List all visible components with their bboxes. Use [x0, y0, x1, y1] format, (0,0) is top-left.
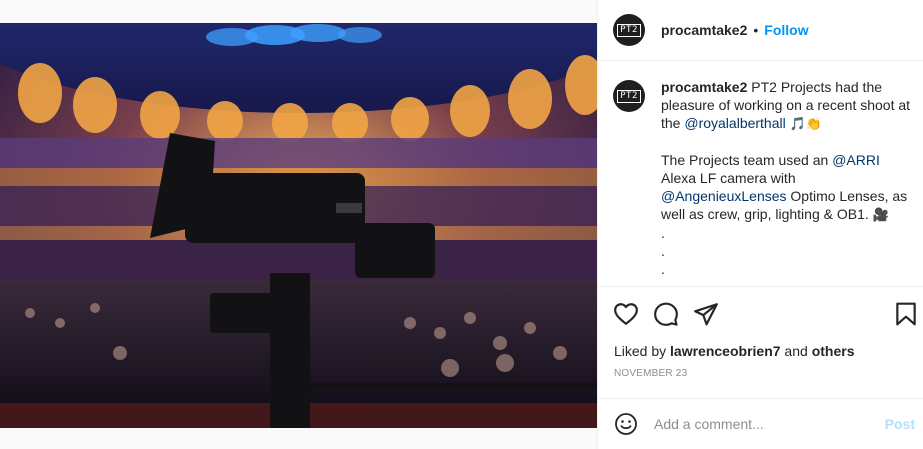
comment-icon[interactable]	[653, 301, 679, 327]
post-side-panel: PT2 procamtake2 • Follow PT2 procamtake2…	[597, 0, 923, 449]
camera-emoji: 🎥	[872, 207, 889, 222]
heart-icon[interactable]	[613, 301, 639, 327]
caption-body: procamtake2 PT2 Projects had the pleasur…	[661, 78, 913, 278]
liked-prefix: Liked by	[614, 343, 671, 359]
header-username[interactable]: procamtake2	[661, 22, 747, 38]
caption-avatar[interactable]: PT2	[613, 80, 645, 112]
caption-text-2-middle: Alexa LF camera with	[661, 170, 796, 186]
bookmark-icon[interactable]	[893, 301, 919, 327]
liked-user-link[interactable]: lawrenceobrien7	[670, 343, 781, 359]
caption-dot-1: .	[661, 225, 665, 241]
post-header: PT2 procamtake2 • Follow	[598, 0, 923, 61]
caption-username[interactable]: procamtake2	[661, 79, 747, 95]
post-photo[interactable]	[0, 23, 597, 428]
mention-royalalberthall[interactable]: @royalalberthall	[684, 115, 785, 131]
liked-and: and	[780, 343, 812, 359]
comment-bar: Post	[598, 398, 923, 449]
avatar[interactable]: PT2	[613, 14, 645, 46]
comment-input[interactable]	[654, 416, 864, 432]
caption-text-2-prefix: The Projects team used an	[661, 152, 833, 168]
liked-by: Liked by lawrenceobrien7 and others	[614, 343, 854, 359]
avatar-text: PT2	[617, 23, 641, 37]
mention-angenieuxlenses[interactable]: @AngenieuxLenses	[661, 188, 787, 204]
liked-others-link[interactable]: others	[812, 343, 855, 359]
post-comment-button[interactable]: Post	[885, 416, 915, 432]
mention-arri[interactable]: @ARRI	[832, 152, 880, 168]
share-icon[interactable]	[693, 301, 719, 327]
follow-button[interactable]: Follow	[764, 22, 808, 38]
post-date[interactable]: NOVEMBER 23	[614, 368, 687, 379]
music-clap-emoji: 🎵👏	[789, 116, 822, 131]
caption-dot-3: .	[661, 261, 665, 277]
smiley-icon[interactable]	[614, 412, 638, 436]
caption-dot-2: .	[661, 243, 665, 259]
separator-dot: •	[753, 22, 759, 38]
caption-avatar-text: PT2	[617, 89, 641, 103]
caption: PT2 procamtake2 PT2 Projects had the ple…	[613, 78, 913, 278]
action-bar	[598, 286, 923, 340]
concert-hall-camera-image	[0, 23, 597, 428]
